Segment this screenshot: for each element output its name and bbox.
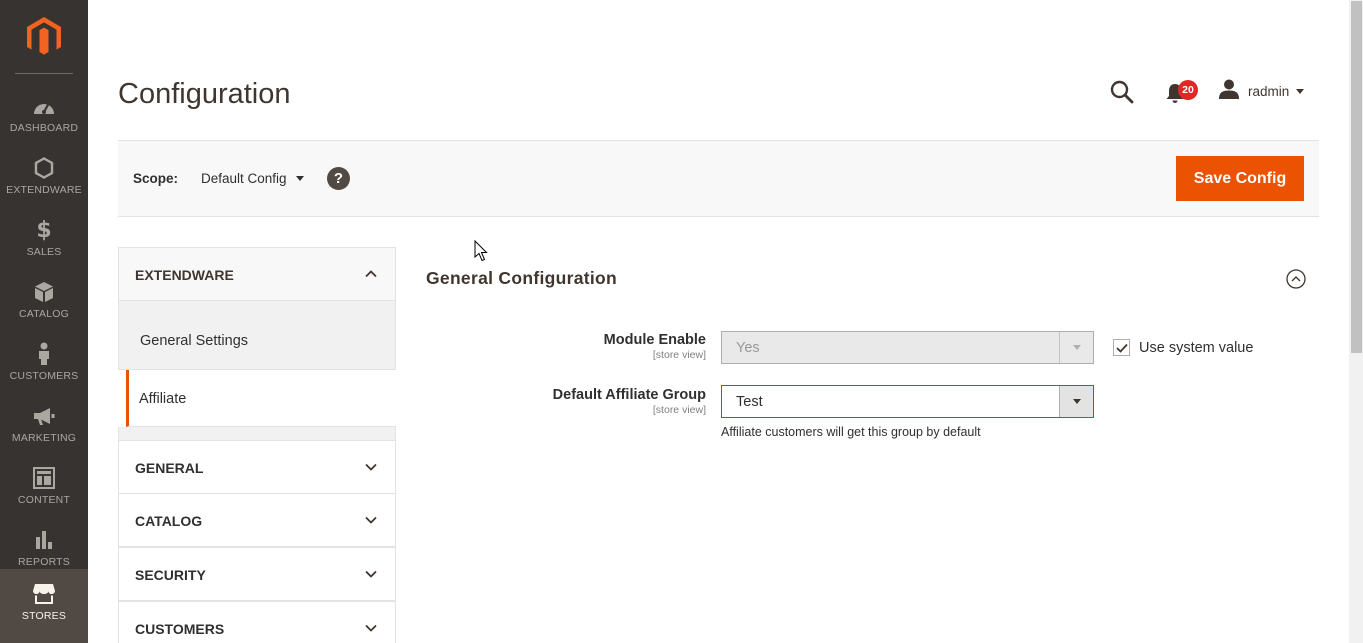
field-scope: [store view] [652,349,706,361]
username: radmin [1248,83,1290,99]
use-system-value-label: Use system value [1139,339,1254,356]
user-menu[interactable]: radmin [1218,79,1305,104]
collapse-section-icon[interactable] [1286,269,1306,289]
menu-item-customers[interactable]: CUSTOMERS [0,328,88,390]
menu-divider [15,73,73,74]
menu-item-label: DASHBOARD [9,122,79,134]
config-tabs: EXTENDWARE General Settings Affiliate GE… [118,247,396,643]
checkbox-checked-icon[interactable] [1113,339,1130,356]
scope-switcher[interactable]: Default Config [201,171,304,186]
menu-item-catalog[interactable]: CATALOG [0,266,88,328]
menu-item-label: SALES [26,246,62,258]
use-system-value-checkbox[interactable]: Use system value [1113,339,1253,356]
tab-group-extendware[interactable]: EXTENDWARE [118,247,396,301]
chevron-down-icon [365,570,377,578]
menu-item-label: CUSTOMERS [9,370,79,382]
help-icon[interactable]: ? [327,167,350,190]
search-icon[interactable] [1110,80,1134,104]
tab-group-catalog[interactable]: CATALOG [118,493,396,547]
chevron-down-icon [365,624,377,632]
store-icon [32,582,56,606]
chevron-down-icon [365,516,377,524]
field-label-module-enable: Module Enable [store view] [406,332,706,361]
menu-item-label: CATALOG [18,308,70,320]
scope-label: Scope: [133,171,179,186]
chevron-down-icon [295,176,304,181]
dashboard-icon [32,94,56,118]
field-label: Module Enable [603,332,706,348]
tab-link-general-settings[interactable]: General Settings [118,301,396,370]
cube-icon [32,280,56,304]
scrollbar-thumb[interactable] [1351,1,1362,353]
field-label: Default Affiliate Group [552,387,706,403]
menu-item-label: STORES [21,610,67,622]
tab-group-title: CUSTOMERS [135,621,225,637]
tab-group-title: SECURITY [135,567,206,583]
person-icon [32,342,56,366]
tab-link-label: Affiliate [139,391,187,407]
menu-item-label: EXTENDWARE [6,184,82,196]
menu-item-label: MARKETING [11,432,77,444]
scope-bar: Scope: Default Config ? Save Config [118,140,1319,217]
tab-group-customers[interactable]: CUSTOMERS [118,601,396,643]
section-title[interactable]: General Configuration [426,268,617,289]
select-value: Test [736,394,763,410]
menu-item-dashboard[interactable]: DASHBOARD [0,80,88,142]
field-scope: [store view] [652,404,706,416]
chevron-down-icon [1059,386,1093,417]
page-title: Configuration [118,78,291,110]
tab-group-general[interactable]: GENERAL [118,440,396,494]
tab-link-label: General Settings [140,333,249,349]
scope-value: Default Config [201,171,287,186]
tab-group-spacer [118,427,396,440]
chevron-up-icon [365,270,377,278]
chevron-down-icon [1059,332,1093,363]
select-value: Yes [736,340,760,356]
notifications-count-badge[interactable]: 20 [1178,80,1198,100]
field-label-default-affiliate-group: Default Affiliate Group [store view] [406,387,706,416]
megaphone-icon [32,404,56,428]
mouse-cursor-icon [474,240,488,262]
tab-group-title: GENERAL [135,460,204,476]
admin-page: DASHBOARD EXTENDWARE $ SALES CATALOG CUS… [0,0,1363,643]
menu-item-label: REPORTS [18,556,70,568]
menu-item-label: CONTENT [17,494,71,506]
tab-link-affiliate[interactable]: Affiliate [126,370,396,427]
bar-chart-icon [32,528,56,552]
chevron-down-icon [365,463,377,471]
menu-item-reports[interactable]: REPORTS [0,514,88,576]
save-config-button[interactable]: Save Config [1176,156,1304,201]
module-enable-select[interactable]: Yes [721,331,1094,364]
dollar-icon: $ [36,217,52,243]
tab-group-title: EXTENDWARE [135,267,234,283]
admin-menu: DASHBOARD EXTENDWARE $ SALES CATALOG CUS… [0,0,88,643]
field-note: Affiliate customers will get this group … [721,425,981,439]
menu-item-content[interactable]: CONTENT [0,452,88,514]
layout-icon [32,466,56,490]
user-icon [1218,79,1240,104]
magento-logo[interactable] [0,0,88,74]
hexagon-icon [32,156,56,180]
default-affiliate-group-select[interactable]: Test [721,385,1094,418]
magento-logo-icon [27,17,61,55]
menu-item-stores[interactable]: STORES [0,569,88,643]
menu-item-sales[interactable]: $ SALES [0,204,88,266]
menu-item-extendware[interactable]: EXTENDWARE [0,142,88,204]
tab-group-security[interactable]: SECURITY [118,547,396,601]
menu-item-marketing[interactable]: MARKETING [0,390,88,452]
chevron-down-icon [1296,88,1305,94]
tab-group-title: CATALOG [135,513,203,529]
